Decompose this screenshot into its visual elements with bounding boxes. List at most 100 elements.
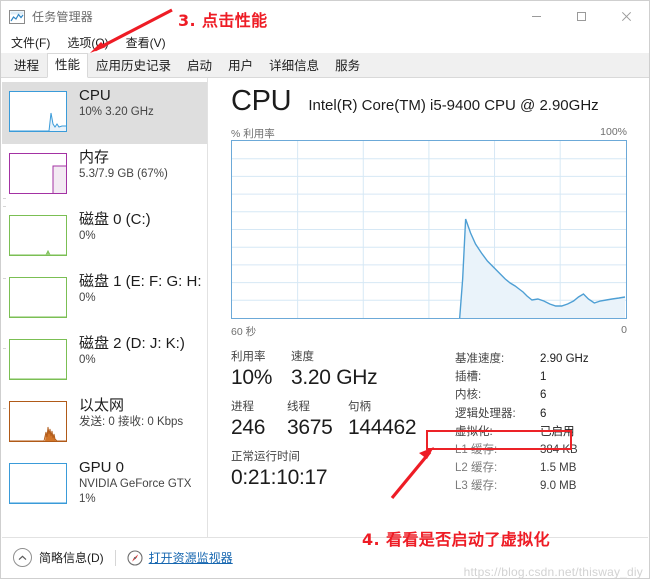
close-icon [621, 11, 632, 22]
sidebar-item-disk-1-sub: 0% [79, 292, 96, 304]
window-frame: 任务管理器 文件(F) 选项(O) 查看(V) 进程 性能 应用历史记录 启动 … [0, 0, 650, 579]
graph-y-axis-title: % 利用率 [231, 128, 275, 140]
sidebar-item-gpu-0-title: GPU 0 [79, 459, 125, 476]
page-title: CPU [231, 85, 292, 117]
sidebar-item-memory[interactable]: 内存 5.3/7.9 GB (67%) [9, 144, 207, 206]
maximize-button[interactable] [559, 1, 604, 32]
label-utilization: 利用率 [231, 351, 266, 363]
label-cores: 内核: [455, 389, 482, 402]
graph-plot-area [231, 140, 627, 319]
tab-performance[interactable]: 性能 [47, 53, 89, 78]
sidebar-item-ethernet-title: 以太网 [79, 397, 125, 414]
sidebar-item-memory-sub: 5.3/7.9 GB (67%) [79, 168, 168, 180]
cpu-utilization-graph[interactable] [231, 140, 627, 319]
graph-y-axis-labels: % 利用率 100% [231, 126, 627, 141]
tab-processes[interactable]: 进程 [6, 54, 47, 78]
cpu-thumbnail-graph [9, 91, 67, 132]
label-base-speed: 基准速度: [455, 353, 505, 365]
sidebar-item-disk-0-sub: 0% [79, 230, 96, 242]
gpu-0-thumbnail-graph [9, 463, 67, 504]
value-l2-cache: 1.5 MB [540, 462, 577, 475]
open-resource-monitor-label: 打开资源监视器 [148, 551, 233, 565]
label-sockets: 插槽: [455, 371, 482, 384]
sidebar-item-disk-2-sub: 0% [79, 354, 96, 366]
tab-details[interactable]: 详细信息 [261, 54, 327, 78]
task-manager-icon [9, 9, 25, 24]
sidebar-item-disk-1[interactable]: 磁盘 1 (E: F: G: H: 0% [9, 268, 207, 330]
fewer-details-button[interactable]: 简略信息(D) [13, 548, 104, 567]
label-l2-cache: L2 缓存: [455, 462, 498, 475]
menu-file[interactable]: 文件(F) [4, 32, 57, 53]
graph-y-axis-max: 100% [600, 126, 627, 138]
disk-0-thumbnail-graph [9, 215, 67, 256]
value-utilization: 10% [231, 366, 273, 389]
sidebar-item-disk-2[interactable]: 磁盘 2 (D: J: K:) 0% [9, 330, 207, 392]
value-cores: 6 [540, 389, 547, 402]
sidebar-item-cpu[interactable]: CPU 10% 3.20 GHz [2, 82, 207, 144]
value-logical-processors: 6 [540, 407, 547, 420]
value-threads: 3675 [287, 416, 333, 439]
label-processes: 进程 [231, 401, 254, 413]
sidebar-item-gpu-0-sub: NVIDIA GeForce GTX [79, 478, 192, 490]
chevron-up-icon [13, 548, 32, 567]
row-base-speed: 基准速度: 2.90 GHz [455, 350, 640, 368]
task-manager-window: 任务管理器 文件(F) 选项(O) 查看(V) 进程 性能 应用历史记录 启动 … [0, 0, 650, 579]
label-uptime: 正常运行时间 [231, 451, 300, 463]
label-l1-cache: L1 缓存: [455, 443, 498, 456]
label-threads: 线程 [287, 401, 310, 413]
window-title: 任务管理器 [32, 10, 94, 24]
value-base-speed: 2.90 GHz [540, 353, 589, 365]
menu-options[interactable]: 选项(O) [60, 32, 115, 53]
value-uptime: 0:21:10:17 [231, 466, 328, 489]
sidebar-scroll-indicator[interactable] [3, 78, 6, 538]
gauge-icon [127, 549, 143, 566]
tab-startup[interactable]: 启动 [179, 54, 220, 78]
row-l1-cache: L1 缓存: 384 KB [455, 441, 640, 459]
menu-bar: 文件(F) 选项(O) 查看(V) [1, 32, 649, 53]
status-bar-divider [114, 549, 116, 566]
cpu-detail-panel: CPU Intel(R) Core(TM) i5-9400 CPU @ 2.90… [209, 78, 648, 538]
memory-thumbnail-graph [9, 153, 67, 194]
value-l1-cache: 384 KB [540, 443, 578, 456]
tab-users[interactable]: 用户 [220, 54, 261, 78]
row-logical-processors: 逻辑处理器: 6 [455, 405, 640, 423]
tab-app-history[interactable]: 应用历史记录 [88, 54, 179, 78]
value-processes: 246 [231, 416, 266, 439]
row-cores: 内核: 6 [455, 386, 640, 404]
graph-svg [232, 141, 626, 318]
tab-bar: 进程 性能 应用历史记录 启动 用户 详细信息 服务 [1, 53, 649, 78]
content-area: CPU 10% 3.20 GHz 内存 5.3/7.9 GB (67%) 磁盘 … [2, 78, 648, 538]
value-virtualization: 已启用 [540, 425, 575, 438]
disk-1-meta: 磁盘 1 (E: F: G: H: 0% [79, 272, 202, 306]
sidebar-item-disk-0-title: 磁盘 0 (C:) [79, 211, 151, 228]
sidebar-item-memory-title: 内存 [79, 149, 110, 166]
value-speed: 3.20 GHz [291, 366, 378, 389]
sidebar-item-disk-0[interactable]: 磁盘 0 (C:) 0% [9, 206, 207, 268]
sidebar-item-ethernet[interactable]: 以太网 发送: 0 接收: 0 Kbps [9, 392, 207, 454]
sidebar-item-ethernet-sub: 发送: 0 接收: 0 Kbps [79, 416, 184, 428]
close-button[interactable] [604, 1, 649, 32]
row-sockets: 插槽: 1 [455, 368, 640, 386]
menu-view[interactable]: 查看(V) [119, 32, 173, 53]
minimize-icon [532, 16, 541, 17]
cpu-stats-secondary: 基准速度: 2.90 GHz 插槽: 1 内核: 6 逻辑处理器: 6 虚拟化:… [455, 350, 640, 496]
annotation-note-2: 4. 看看是否启动了虚拟化 [362, 530, 550, 549]
label-speed: 速度 [291, 351, 314, 363]
label-virtualization: 虚拟化: [455, 425, 493, 438]
disk-2-meta: 磁盘 2 (D: J: K:) 0% [79, 334, 185, 368]
minimize-button[interactable] [514, 1, 559, 32]
stat-group-processes-threads-handles: 进程 线程 句柄 246 3675 144462 [231, 400, 446, 441]
gpu-0-meta: GPU 0 NVIDIA GeForce GTX 1% [79, 458, 191, 507]
disk-0-meta: 磁盘 0 (C:) 0% [79, 210, 151, 244]
tab-services[interactable]: 服务 [327, 54, 368, 78]
maximize-icon [577, 12, 586, 21]
cpu-model-name: Intel(R) Core(TM) i5-9400 CPU @ 2.90GHz [308, 97, 599, 114]
graph-x-axis-left: 60 秒 [231, 326, 257, 338]
ethernet-meta: 以太网 发送: 0 接收: 0 Kbps [79, 396, 183, 430]
ethernet-thumbnail-graph [9, 401, 67, 442]
open-resource-monitor-link[interactable]: 打开资源监视器 [127, 549, 233, 566]
resource-sidebar[interactable]: CPU 10% 3.20 GHz 内存 5.3/7.9 GB (67%) 磁盘 … [2, 78, 208, 538]
sidebar-item-gpu-0[interactable]: GPU 0 NVIDIA GeForce GTX 1% [9, 454, 207, 526]
label-logical-processors: 逻辑处理器: [455, 407, 516, 420]
cpu-header: CPU Intel(R) Core(TM) i5-9400 CPU @ 2.90… [231, 85, 638, 118]
